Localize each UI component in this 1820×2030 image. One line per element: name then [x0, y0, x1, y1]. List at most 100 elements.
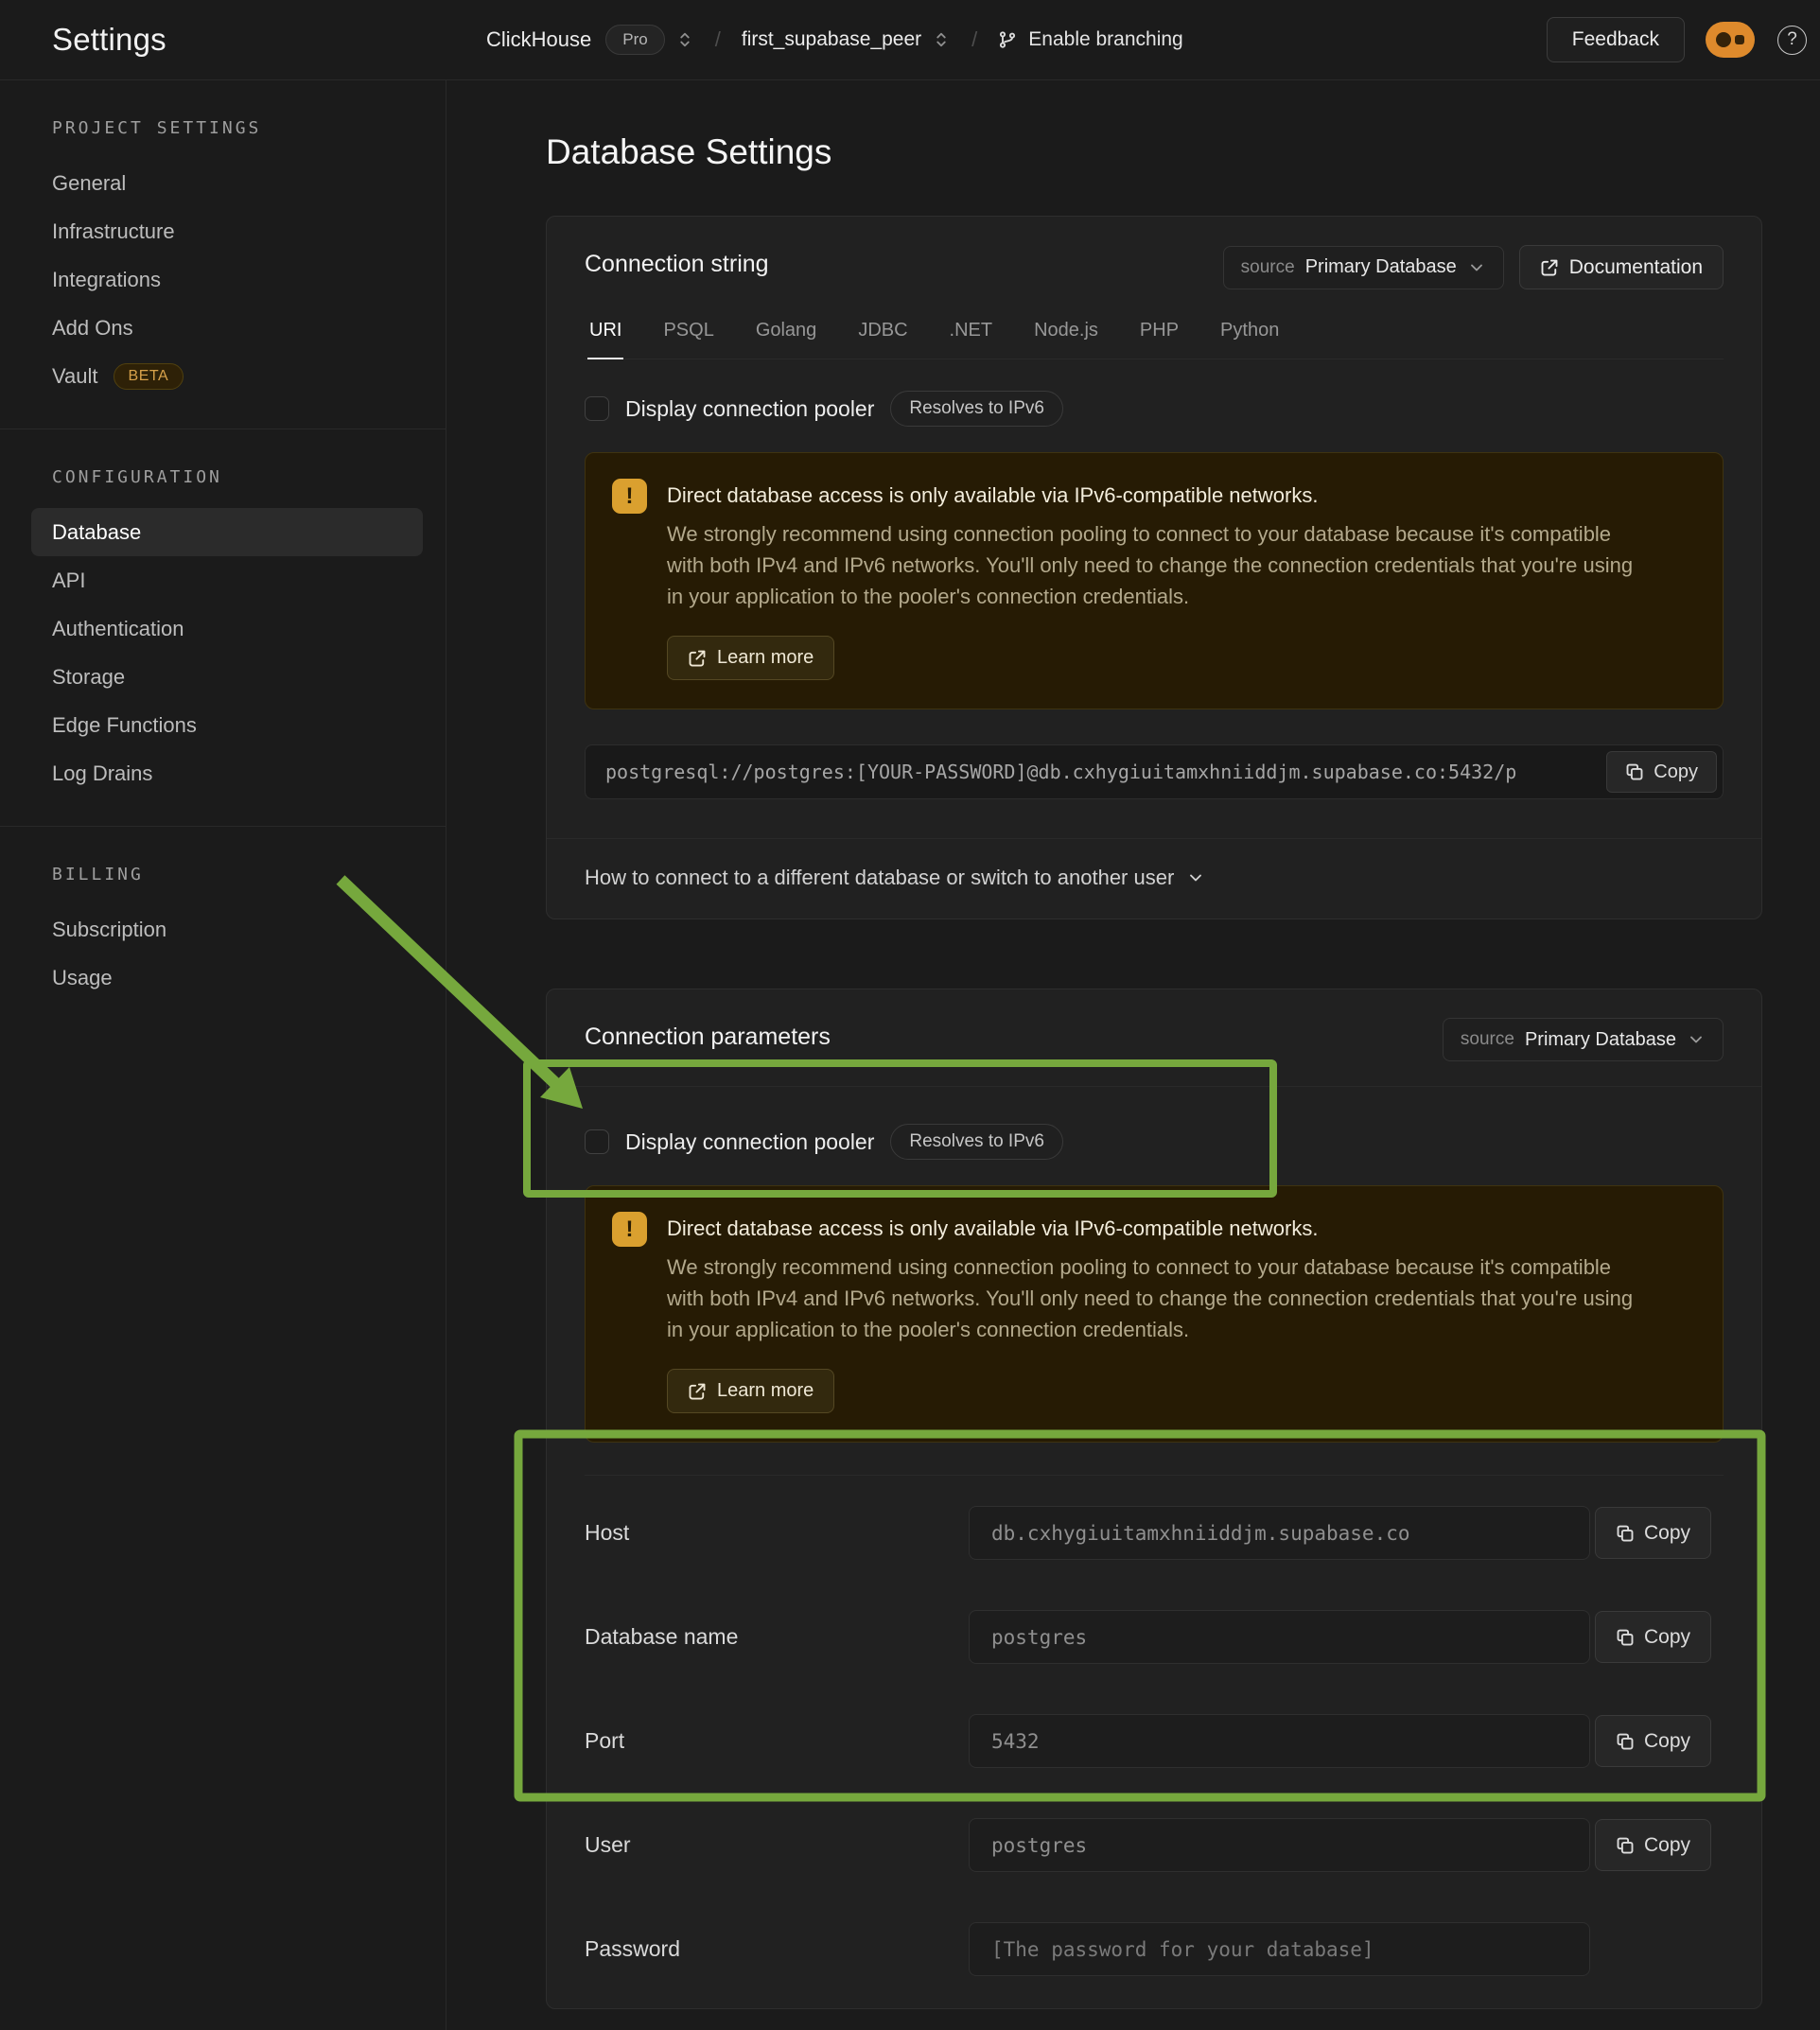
connection-parameters-title: Connection parameters: [585, 1018, 831, 1051]
copy-icon: [1616, 1732, 1635, 1751]
alert-title: Direct database access is only available…: [667, 1212, 1651, 1241]
documentation-button[interactable]: Documentation: [1519, 245, 1724, 289]
port-value-field[interactable]: 5432: [969, 1714, 1590, 1768]
pooler-label: Display connection pooler: [625, 1129, 874, 1155]
tab-python[interactable]: Python: [1218, 312, 1281, 359]
sidebar-item-usage[interactable]: Usage: [31, 954, 423, 1002]
sidebar-item-subscription[interactable]: Subscription: [31, 905, 423, 954]
sidebar-item-authentication[interactable]: Authentication: [31, 604, 423, 653]
connection-uri-field[interactable]: postgresql://postgres:[YOUR-PASSWORD]@db…: [585, 744, 1724, 799]
warning-icon: !: [612, 479, 647, 514]
sidebar-item-infrastructure[interactable]: Infrastructure: [31, 207, 423, 255]
learn-more-button[interactable]: Learn more: [667, 1369, 834, 1413]
external-link-icon: [688, 1382, 707, 1401]
tab-golang[interactable]: Golang: [754, 312, 819, 359]
project-selector[interactable]: first_supabase_peer: [742, 28, 951, 51]
alert-body: We strongly recommend using connection p…: [667, 1251, 1651, 1345]
connection-string-tabs: URI PSQL Golang JDBC .NET Node.js PHP Py…: [585, 312, 1724, 359]
breadcrumb-separator: /: [971, 27, 977, 52]
beta-badge: BETA: [114, 363, 184, 390]
copy-icon: [1625, 762, 1644, 781]
chevron-down-icon: [1186, 868, 1205, 887]
sidebar-item-api[interactable]: API: [31, 556, 423, 604]
database-name-row: Database name postgres Copy: [585, 1610, 1724, 1664]
how-to-connect-link[interactable]: How to connect to a different database o…: [547, 838, 1761, 919]
account-avatar[interactable]: [1706, 22, 1755, 58]
git-branch-icon: [998, 30, 1017, 49]
pooler-label: Display connection pooler: [625, 396, 874, 422]
copy-database-name-button[interactable]: Copy: [1595, 1611, 1711, 1663]
enable-branching-button[interactable]: Enable branching: [998, 28, 1182, 51]
port-row: Port 5432 Copy: [585, 1714, 1724, 1768]
password-label: Password: [585, 1936, 969, 1962]
tab-jdbc[interactable]: JDBC: [856, 312, 909, 359]
host-label: Host: [585, 1520, 969, 1546]
org-selector[interactable]: ClickHouse Pro: [486, 25, 694, 55]
feedback-button[interactable]: Feedback: [1547, 17, 1685, 62]
project-name: first_supabase_peer: [742, 28, 921, 51]
port-label: Port: [585, 1728, 969, 1754]
sidebar-item-integrations[interactable]: Integrations: [31, 255, 423, 304]
copy-port-button[interactable]: Copy: [1595, 1715, 1711, 1767]
section-label-billing: BILLING: [31, 865, 423, 884]
source-select[interactable]: source Primary Database: [1443, 1018, 1724, 1061]
avatar-glyph: [1716, 32, 1731, 47]
copy-icon: [1616, 1836, 1635, 1855]
tab-psql[interactable]: PSQL: [661, 312, 715, 359]
page-title: Database Settings: [546, 132, 1762, 172]
ipv6-badge: Resolves to IPv6: [890, 391, 1063, 427]
breadcrumb-separator: /: [715, 27, 721, 52]
chevron-down-icon: [1687, 1030, 1706, 1049]
tab-php[interactable]: PHP: [1138, 312, 1181, 359]
sidebar-item-log-drains[interactable]: Log Drains: [31, 749, 423, 797]
copy-icon: [1616, 1524, 1635, 1543]
host-value-field[interactable]: db.cxhygiuitamxhniiddjm.supabase.co: [969, 1506, 1590, 1560]
connection-parameter-fields: Host db.cxhygiuitamxhniiddjm.supabase.co…: [585, 1475, 1724, 1976]
sidebar-item-add-ons[interactable]: Add Ons: [31, 304, 423, 352]
learn-more-button[interactable]: Learn more: [667, 636, 834, 680]
chevron-down-icon: [1467, 258, 1486, 277]
display-connection-pooler-checkbox[interactable]: [585, 396, 609, 421]
enable-branching-label: Enable branching: [1028, 28, 1182, 51]
sidebar-item-database[interactable]: Database: [31, 508, 423, 556]
warning-icon: !: [612, 1212, 647, 1247]
source-select[interactable]: source Primary Database: [1223, 246, 1504, 289]
copy-host-button[interactable]: Copy: [1595, 1507, 1711, 1559]
connection-string-title: Connection string: [585, 245, 769, 278]
password-row: Password [The password for your database…: [585, 1922, 1724, 1976]
section-label-project-settings: PROJECT SETTINGS: [31, 118, 423, 138]
sidebar-item-edge-functions[interactable]: Edge Functions: [31, 701, 423, 749]
sidebar-item-general[interactable]: General: [31, 159, 423, 207]
database-name-label: Database name: [585, 1624, 969, 1650]
database-name-value-field[interactable]: postgres: [969, 1610, 1590, 1664]
tab-nodejs[interactable]: Node.js: [1032, 312, 1100, 359]
sidebar-item-storage[interactable]: Storage: [31, 653, 423, 701]
external-link-icon: [1540, 258, 1559, 277]
main-content: Database Settings Connection string sour…: [447, 80, 1820, 2030]
settings-title: Settings: [52, 22, 166, 57]
tab-uri[interactable]: URI: [587, 312, 623, 359]
display-connection-pooler-checkbox[interactable]: [585, 1129, 609, 1154]
sidebar-item-vault[interactable]: Vault BETA: [31, 352, 423, 400]
ipv6-warning-alert: ! Direct database access is only availab…: [585, 452, 1724, 709]
user-value-field[interactable]: postgres: [969, 1818, 1590, 1872]
top-bar: Settings ClickHouse Pro / first_supabase…: [0, 0, 1820, 80]
settings-sidebar: PROJECT SETTINGS General Infrastructure …: [0, 80, 446, 2030]
chevron-sort-icon: [932, 30, 951, 49]
help-icon[interactable]: ?: [1777, 26, 1807, 55]
copy-uri-button[interactable]: Copy: [1606, 751, 1717, 793]
section-label-configuration: CONFIGURATION: [31, 467, 423, 487]
chevron-sort-icon: [675, 30, 694, 49]
plan-badge: Pro: [605, 25, 664, 55]
tab-dotnet[interactable]: .NET: [948, 312, 995, 359]
copy-icon: [1616, 1628, 1635, 1647]
user-row: User postgres Copy: [585, 1818, 1724, 1872]
copy-user-button[interactable]: Copy: [1595, 1819, 1711, 1871]
connection-string-card: Connection string source Primary Databas…: [546, 216, 1762, 919]
org-name: ClickHouse: [486, 27, 591, 52]
user-label: User: [585, 1832, 969, 1858]
password-value-field[interactable]: [The password for your database]: [969, 1922, 1590, 1976]
ipv6-badge: Resolves to IPv6: [890, 1124, 1063, 1160]
connection-uri-value: postgresql://postgres:[YOUR-PASSWORD]@db…: [605, 761, 1516, 783]
ipv6-warning-alert: ! Direct database access is only availab…: [585, 1185, 1724, 1443]
